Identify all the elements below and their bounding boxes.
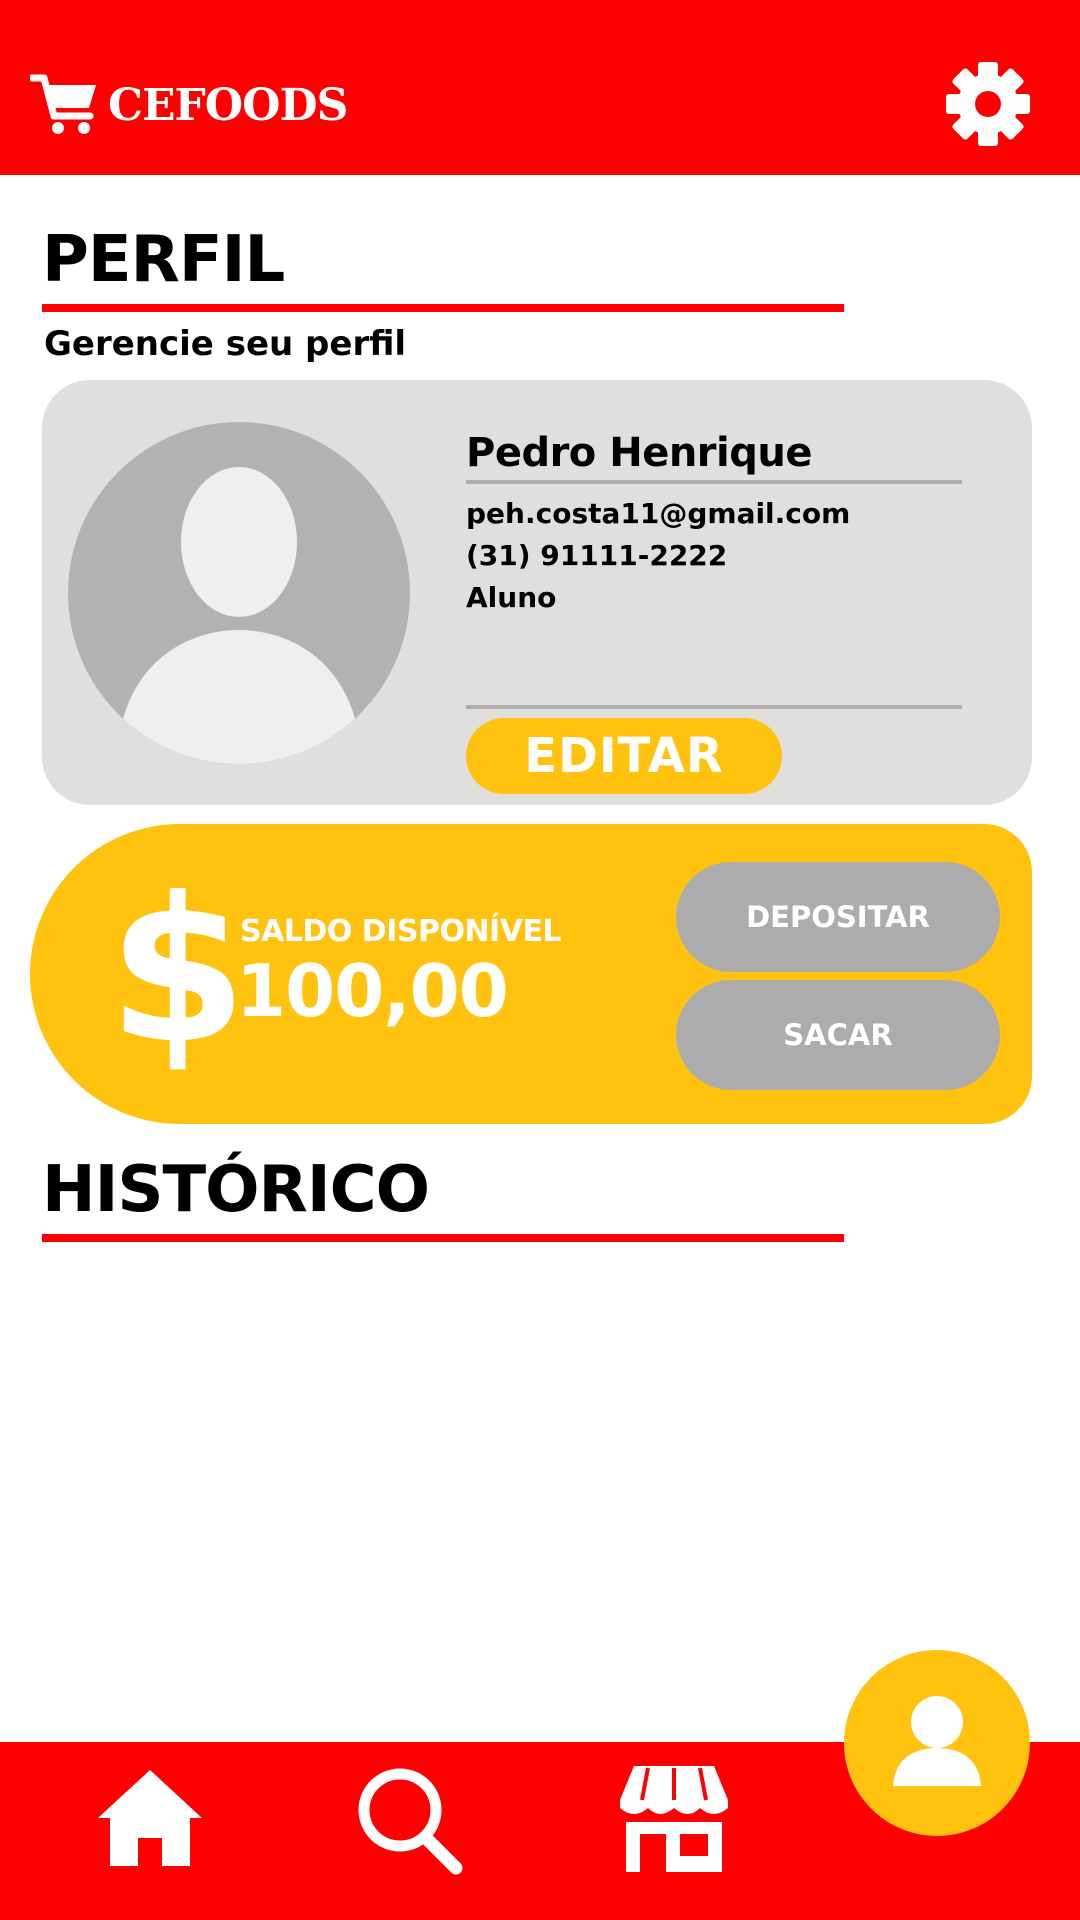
edit-profile-button[interactable]: EDITAR <box>466 718 782 794</box>
shopping-cart-icon <box>30 74 96 134</box>
profile-card: Pedro Henrique peh.costa11@gmail.com (31… <box>42 380 1032 805</box>
page-title: PERFIL <box>42 223 285 297</box>
profile-page: CEFOODS PERFIL Gerencie seu perfil Pedro… <box>0 0 1080 1920</box>
dollar-sign-icon: $ <box>108 855 248 1088</box>
balance-label: SALDO DISPONÍVEL <box>240 914 562 949</box>
user-avatar-icon <box>68 422 410 764</box>
info-divider <box>466 705 962 709</box>
search-icon[interactable] <box>350 1762 470 1882</box>
user-icon <box>893 1696 981 1786</box>
history-title: HISTÓRICO <box>42 1153 430 1227</box>
profile-nav-button[interactable] <box>844 1650 1030 1836</box>
app-header: CEFOODS <box>0 0 1080 175</box>
store-icon[interactable] <box>614 1760 734 1880</box>
user-email: peh.costa11@gmail.com <box>466 497 851 530</box>
user-name: Pedro Henrique <box>466 430 812 476</box>
brand-name: CEFOODS <box>108 80 348 131</box>
history-underline <box>42 1234 844 1242</box>
balance-card: $ SALDO DISPONÍVEL 100,00 DEPOSITAR SACA… <box>30 824 1032 1124</box>
page-subtitle: Gerencie seu perfil <box>44 324 407 364</box>
withdraw-button[interactable]: SACAR <box>676 980 1000 1090</box>
user-role: Aluno <box>466 581 557 614</box>
title-underline <box>42 304 844 312</box>
home-icon[interactable] <box>90 1762 210 1882</box>
name-divider <box>466 480 962 484</box>
user-phone: (31) 91111-2222 <box>466 539 728 572</box>
balance-value: 100,00 <box>236 949 509 1033</box>
deposit-button[interactable]: DEPOSITAR <box>676 862 1000 972</box>
gear-icon[interactable] <box>944 60 1032 148</box>
